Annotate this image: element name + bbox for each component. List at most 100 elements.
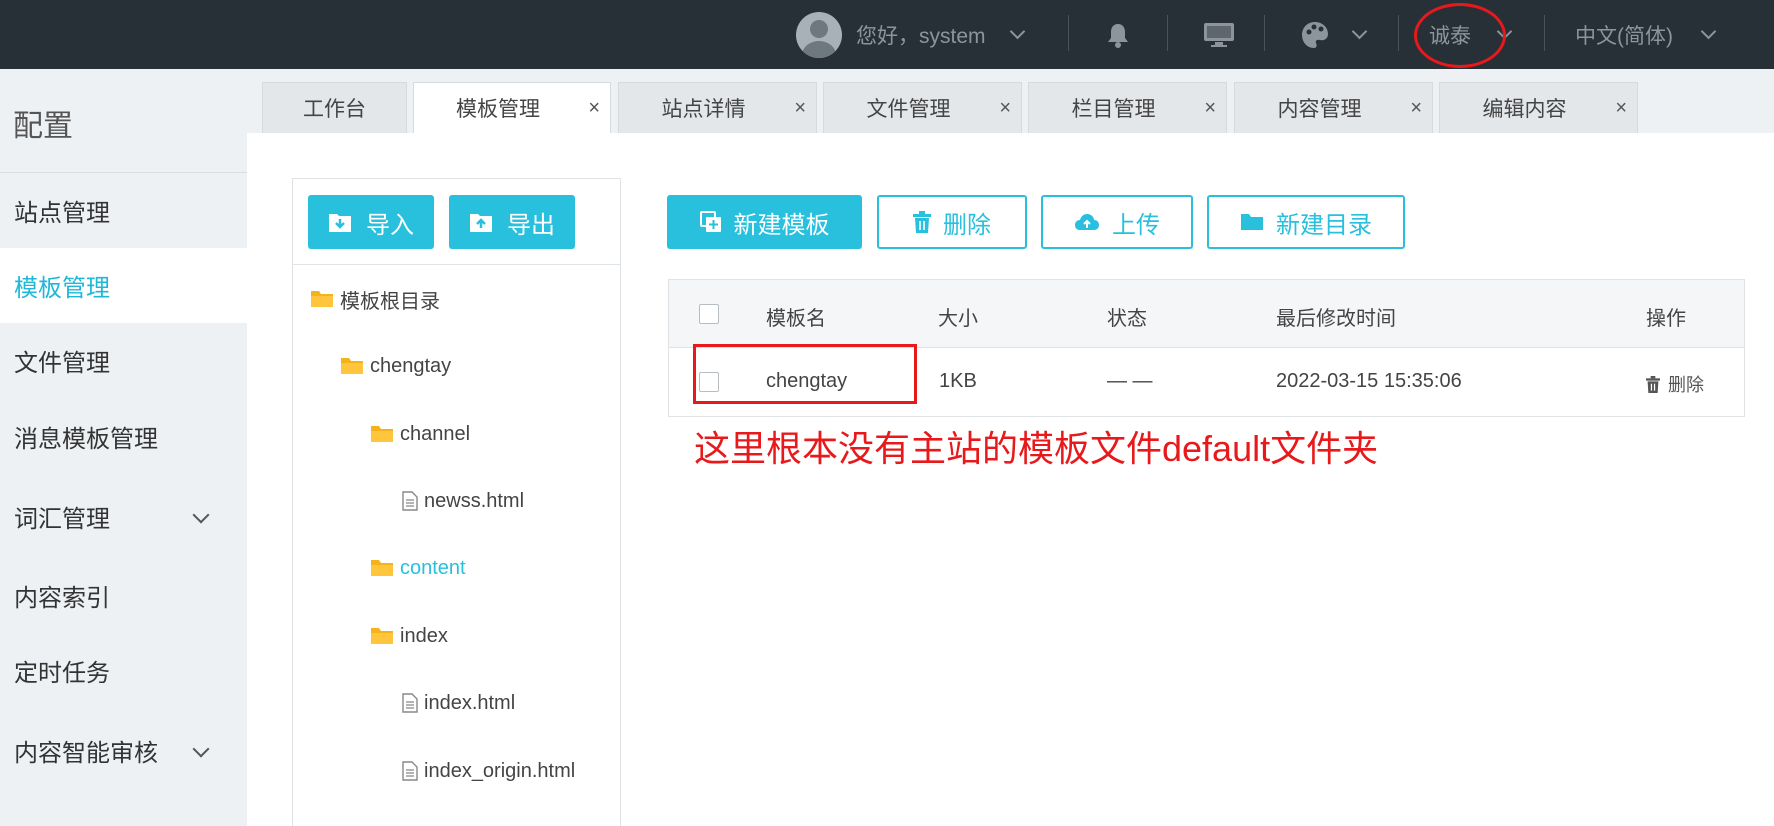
tree-node-label: newss.html	[424, 489, 525, 512]
tree-node-newss-html[interactable]: newss.html	[402, 486, 524, 516]
sidebar-item-content-index[interactable]: 内容索引	[0, 558, 247, 633]
row-delete-label: 删除	[1668, 375, 1704, 395]
divider	[1068, 15, 1069, 51]
import-icon	[329, 214, 351, 232]
sidebar-item-label: 文件管理	[14, 350, 110, 377]
tab-file-management[interactable]: 文件管理 ×	[823, 82, 1022, 133]
close-icon[interactable]: ×	[1615, 97, 1627, 120]
close-icon[interactable]: ×	[1410, 97, 1422, 120]
tab-content-management[interactable]: 内容管理 ×	[1234, 82, 1433, 133]
tab-column-management[interactable]: 栏目管理 ×	[1028, 82, 1227, 133]
sidebar-item-label: 模板管理	[14, 275, 110, 302]
chevron-down-icon	[1700, 23, 1717, 40]
tree-node-label: index.html	[424, 691, 516, 714]
new-directory-button[interactable]: 新建目录	[1207, 195, 1405, 249]
tab-label: 站点详情	[661, 98, 746, 121]
tree-node-index-origin-html[interactable]: index_origin.html	[402, 756, 575, 786]
tab-label: 模板管理	[456, 98, 540, 121]
user-menu[interactable]: 您好，system	[796, 0, 1025, 69]
close-icon[interactable]: ×	[999, 97, 1011, 120]
cloud-upload-icon	[1075, 214, 1099, 230]
file-icon	[402, 761, 418, 781]
language-switcher[interactable]: 中文(简体)	[1575, 0, 1717, 69]
new-template-label: 新建模板	[733, 211, 830, 239]
row-delete-button[interactable]: 删除	[1646, 371, 1704, 397]
folder-icon	[371, 628, 393, 644]
upload-label: 上传	[1112, 211, 1160, 239]
tab-site-detail[interactable]: 站点详情 ×	[618, 82, 817, 133]
tab-label: 编辑内容	[1482, 98, 1567, 121]
tab-edit-content[interactable]: 编辑内容 ×	[1439, 82, 1638, 133]
divider	[1264, 15, 1265, 51]
sidebar-item-label: 内容智能审核	[14, 740, 158, 767]
sidebar-item-vocabulary[interactable]: 词汇管理	[0, 479, 247, 554]
tree-node-channel[interactable]: channel	[370, 419, 470, 449]
divider	[1398, 15, 1399, 51]
close-icon[interactable]: ×	[588, 97, 600, 120]
tab-template-management[interactable]: 模板管理 ×	[413, 82, 611, 133]
greeting-text: 您好，system	[856, 24, 986, 48]
sidebar-item-template[interactable]: 模板管理	[0, 248, 247, 323]
sidebar-item-scheduled-task[interactable]: 定时任务	[0, 633, 247, 708]
export-button[interactable]: 导出	[449, 195, 575, 249]
template-modified-time: 2022-03-15 15:35:06	[1276, 370, 1462, 392]
column-header-status[interactable]: 状态	[1107, 302, 1147, 331]
select-all-checkbox[interactable]	[699, 304, 719, 324]
column-header-modified[interactable]: 最后修改时间	[1276, 302, 1396, 331]
close-icon[interactable]: ×	[794, 97, 806, 120]
delete-button[interactable]: 删除	[877, 195, 1027, 249]
file-icon	[402, 491, 418, 511]
divider	[1167, 15, 1168, 51]
upload-button[interactable]: 上传	[1041, 195, 1193, 249]
folder-icon	[311, 291, 333, 307]
export-icon	[470, 214, 492, 232]
language-label: 中文(简体)	[1575, 24, 1673, 48]
tree-node-chengtay[interactable]: chengtay	[340, 351, 451, 381]
tree-node-label: channel	[400, 422, 471, 445]
tab-label: 内容管理	[1277, 98, 1362, 121]
bell-icon[interactable]	[1107, 0, 1129, 69]
folder-icon	[371, 560, 393, 576]
monitor-icon[interactable]	[1203, 0, 1235, 69]
chevron-down-icon	[192, 506, 210, 524]
template-tree-panel: 导入 导出 模板根目录 chengtay channel newss.html …	[292, 178, 621, 826]
file-icon	[402, 693, 418, 713]
tab-label: 工作台	[303, 98, 366, 121]
tree-node-content[interactable]: content	[370, 553, 466, 583]
column-header-size[interactable]: 大小	[938, 302, 978, 331]
tree-node-root[interactable]: 模板根目录	[310, 284, 440, 314]
delete-label: 删除	[943, 211, 991, 239]
column-header-action: 操作	[1646, 308, 1686, 330]
tree-toolbar: 导入 导出	[293, 179, 620, 265]
column-header-name[interactable]: 模板名	[766, 302, 826, 331]
tab-workbench[interactable]: 工作台	[262, 82, 407, 133]
chevron-down-icon	[192, 740, 210, 758]
theme-menu[interactable]	[1300, 0, 1368, 69]
tree-node-label: index_origin.html	[424, 759, 576, 782]
sidebar-item-site[interactable]: 站点管理	[0, 173, 247, 248]
sidebar-item-file[interactable]: 文件管理	[0, 323, 247, 398]
import-label: 导入	[366, 211, 414, 239]
sidebar-item-message-template[interactable]: 消息模板管理	[0, 399, 247, 474]
sidebar-item-content-audit[interactable]: 内容智能审核	[0, 713, 247, 788]
new-template-button[interactable]: 新建模板	[667, 195, 862, 249]
import-button[interactable]: 导入	[308, 195, 434, 249]
export-label: 导出	[507, 211, 555, 239]
folder-icon	[371, 426, 393, 442]
trash-icon	[913, 211, 931, 233]
tree-node-index[interactable]: index	[370, 621, 448, 651]
sidebar-item-label: 消息模板管理	[14, 426, 158, 453]
close-icon[interactable]: ×	[1204, 97, 1216, 120]
copy-add-icon	[699, 211, 721, 232]
tree-node-label: index	[400, 624, 448, 647]
folder-icon	[341, 358, 363, 374]
tab-label: 栏目管理	[1071, 98, 1156, 121]
avatar	[796, 11, 842, 58]
sidebar-item-label: 定时任务	[14, 660, 110, 687]
trash-icon	[1646, 375, 1660, 393]
top-bar: 您好，system 诚泰 中文(简体)	[0, 0, 1774, 69]
chevron-down-icon	[1009, 23, 1025, 40]
tree-node-index-html[interactable]: index.html	[402, 688, 515, 718]
sidebar: 配置 站点管理 模板管理 文件管理 消息模板管理 词汇管理 内容索引 定时任务 …	[0, 69, 247, 826]
tab-bar: 工作台 模板管理 × 站点详情 × 文件管理 × 栏目管理 × 内容管理 × 编辑内容 ×	[247, 69, 1774, 133]
